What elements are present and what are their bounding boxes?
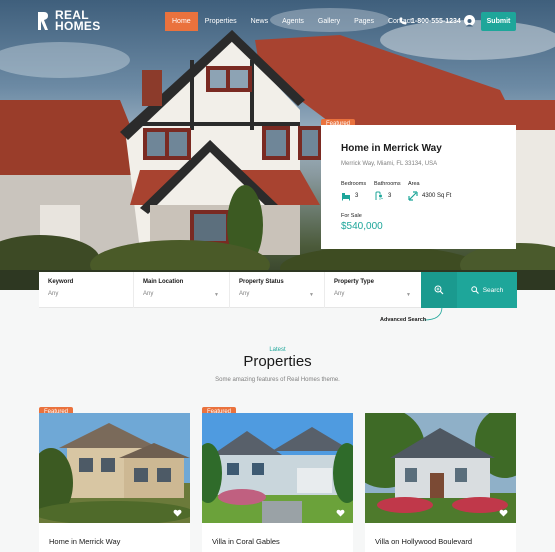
type-label: Property Type xyxy=(334,279,374,285)
main-nav: Home Properties News Agents Gallery Page… xyxy=(165,12,419,31)
bathrooms-label: Bathrooms xyxy=(374,181,401,187)
keyword-label: Keyword xyxy=(48,279,74,285)
featured-property-card[interactable]: Home in Merrick Way Merrick Way, Miami, … xyxy=(321,125,516,249)
advanced-search-arrow xyxy=(423,306,443,321)
listing-title[interactable]: Villa in Coral Gables xyxy=(212,537,280,546)
listing-card[interactable]: Villa in Coral Gables xyxy=(202,413,353,552)
listing-photo[interactable] xyxy=(39,413,190,523)
zoom-in-icon xyxy=(434,285,444,295)
area-icon xyxy=(408,191,418,201)
nav-item-gallery[interactable]: Gallery xyxy=(311,12,347,31)
search-button[interactable]: Search xyxy=(457,272,517,308)
listing-card[interactable]: Home in Merrick Way xyxy=(39,413,190,552)
section-description: Some amazing features of Real Homes them… xyxy=(215,377,340,383)
user-icon[interactable] xyxy=(464,15,475,27)
house-photo-1 xyxy=(39,413,190,523)
submit-button[interactable]: Submit xyxy=(481,12,516,31)
status-select-label: Property Status xyxy=(239,279,284,285)
bedrooms-value: 3 xyxy=(341,191,358,201)
heart-icon[interactable] xyxy=(173,509,182,517)
keyword-field[interactable]: Keyword Any xyxy=(39,272,134,308)
location-value: Any xyxy=(143,291,154,297)
heart-icon[interactable] xyxy=(336,509,345,517)
nav-item-news[interactable]: News xyxy=(244,12,276,31)
brand-line-2: HOMES xyxy=(55,19,101,33)
brand-logo[interactable]: REAL HOMES xyxy=(37,9,101,33)
bed-icon xyxy=(342,193,350,201)
nav-item-pages[interactable]: Pages xyxy=(347,12,381,31)
chevron-down-icon: ▼ xyxy=(214,292,219,298)
listing-photo[interactable] xyxy=(202,413,353,523)
featured-address: Merrick Way, Miami, FL 33134, USA xyxy=(341,161,438,167)
bathrooms-count: 3 xyxy=(388,193,392,199)
chevron-down-icon: ▼ xyxy=(406,292,411,298)
house-photo-2 xyxy=(202,413,353,523)
type-value: Any xyxy=(334,291,345,297)
heart-icon[interactable] xyxy=(499,509,508,517)
listing-title[interactable]: Villa on Hollywood Boulevard xyxy=(375,537,472,546)
user-avatar-glyph xyxy=(466,19,473,27)
featured-title[interactable]: Home in Merrick Way xyxy=(341,143,442,154)
status-label: For Sale xyxy=(341,213,362,219)
featured-price: $540,000 xyxy=(341,221,383,232)
listing-photo[interactable] xyxy=(365,413,516,523)
bedrooms-count: 3 xyxy=(355,193,359,199)
nav-item-agents[interactable]: Agents xyxy=(275,12,311,31)
phone-link[interactable]: 1-800-555-1234 xyxy=(399,17,461,25)
nav-item-home[interactable]: Home xyxy=(165,12,198,31)
logo-icon xyxy=(38,12,48,30)
search-button-label: Search xyxy=(482,286,504,294)
phone-number: 1-800-555-1234 xyxy=(411,17,461,25)
area-size: 4300 Sq Ft xyxy=(422,193,452,199)
bathrooms-value: 3 xyxy=(374,191,391,201)
advanced-search-link[interactable]: Advanced Search xyxy=(380,317,426,323)
type-select[interactable]: Property Type Any ▼ xyxy=(325,272,421,308)
listing-title[interactable]: Home in Merrick Way xyxy=(49,537,120,546)
brand-name: REAL HOMES xyxy=(55,9,101,33)
area-label: Area xyxy=(408,181,420,187)
section-title: Properties xyxy=(243,353,312,370)
shower-icon xyxy=(375,191,383,200)
bedrooms-label: Bedrooms xyxy=(341,181,367,187)
status-select[interactable]: Property Status Any ▼ xyxy=(230,272,325,308)
listing-card[interactable]: Villa on Hollywood Boulevard xyxy=(365,413,516,552)
house-photo-3 xyxy=(365,413,516,523)
location-label: Main Location xyxy=(143,279,184,285)
status-select-value: Any xyxy=(239,291,250,297)
area-value: 4300 Sq Ft xyxy=(408,191,451,201)
nav-item-properties[interactable]: Properties xyxy=(198,12,244,31)
phone-icon xyxy=(399,17,407,25)
location-select[interactable]: Main Location Any ▼ xyxy=(134,272,230,308)
search-icon xyxy=(470,286,479,294)
advanced-search-toggle[interactable] xyxy=(421,272,457,308)
chevron-down-icon: ▼ xyxy=(309,292,314,298)
keyword-input[interactable]: Any xyxy=(48,291,58,297)
